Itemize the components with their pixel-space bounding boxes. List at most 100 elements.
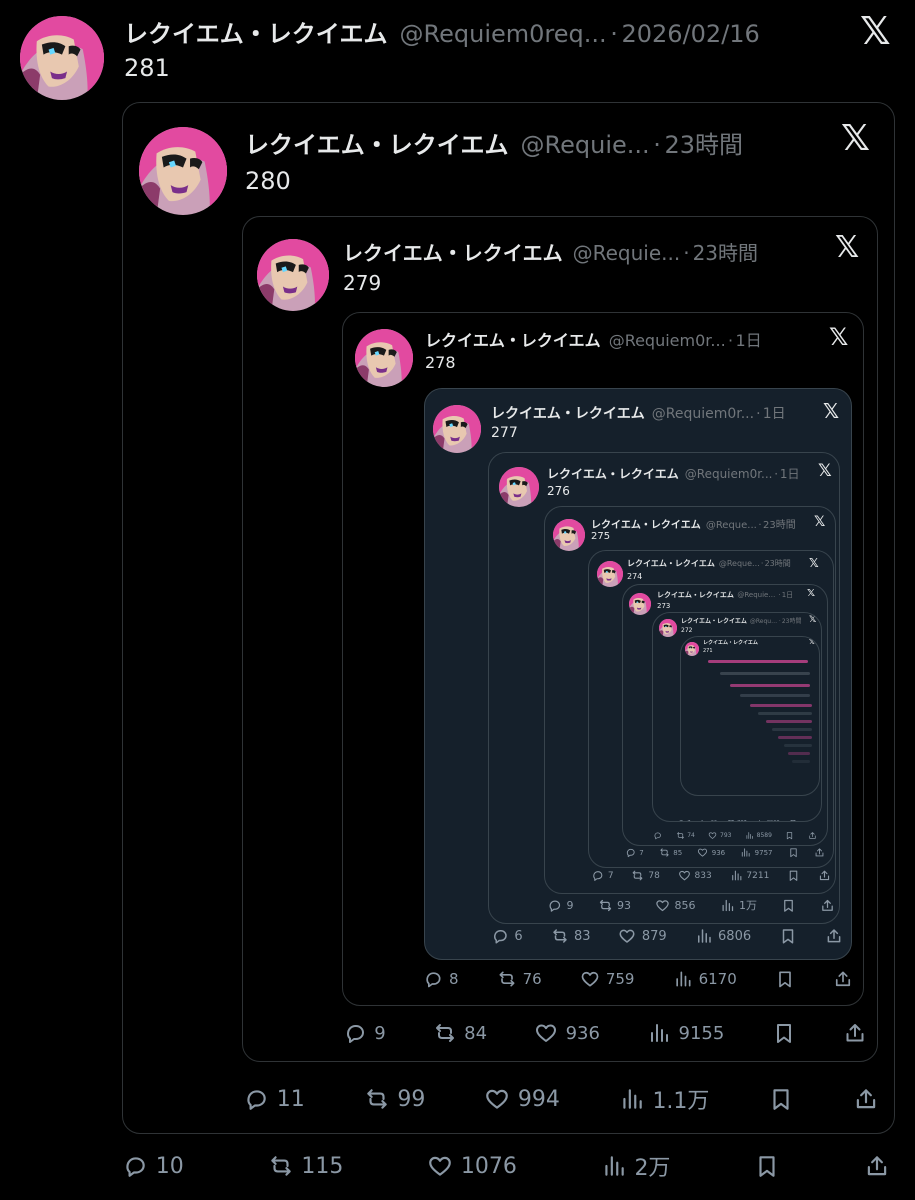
reply-button[interactable]: 7 [591, 869, 614, 882]
views-button[interactable]: 6170 [673, 969, 737, 989]
bookmark-button[interactable] [788, 847, 799, 858]
reply-button[interactable] [653, 831, 662, 840]
display-name[interactable]: レクイエム・レクイエム [681, 616, 747, 625]
views-button[interactable]: 1.1万 [619, 1083, 709, 1115]
avatar[interactable] [597, 561, 623, 587]
share-button[interactable] [843, 1021, 867, 1045]
like-button[interactable]: 856 [655, 898, 696, 913]
share-button[interactable] [820, 898, 835, 913]
like-button[interactable]: 936 [697, 847, 725, 858]
timestamp[interactable]: 1日 [780, 465, 800, 482]
avatar[interactable] [355, 329, 413, 387]
bookmark-button[interactable] [785, 831, 794, 840]
repost-button[interactable]: 85 [659, 847, 682, 858]
avatar[interactable] [629, 593, 651, 615]
reply-button[interactable]: 9 [343, 1021, 386, 1045]
timestamp[interactable]: 23時間 [765, 558, 791, 569]
avatar[interactable] [685, 642, 699, 656]
avatar[interactable] [139, 127, 227, 215]
views-button[interactable]: 1万 [720, 897, 757, 913]
display-name[interactable]: レクイエム・レクイエム [124, 14, 388, 49]
handle[interactable]: @Reque... [706, 520, 757, 531]
handle[interactable]: @Requiem0r... [609, 331, 726, 350]
display-name[interactable]: レクイエム・レクイエム [627, 558, 715, 569]
like-button[interactable]: 936 [534, 1021, 600, 1045]
reply-button[interactable]: 8 [423, 969, 459, 989]
like-button[interactable]: 879 [618, 927, 667, 945]
avatar[interactable] [20, 16, 104, 100]
timestamp[interactable]: 1日 [782, 590, 793, 600]
share-button[interactable] [818, 869, 831, 882]
views-button[interactable]: 7211 [730, 869, 769, 882]
bookmark-button[interactable] [772, 1021, 796, 1045]
timestamp[interactable]: 2026/02/16 [621, 20, 759, 48]
handle[interactable]: @Reque... [719, 559, 760, 568]
repost-button[interactable]: 76 [497, 969, 542, 989]
avatar[interactable] [433, 405, 481, 453]
avatar[interactable] [499, 467, 539, 507]
reply-button[interactable]: 9 [547, 898, 574, 913]
handle[interactable]: @Requie... [521, 131, 650, 159]
bookmark-button[interactable] [781, 898, 796, 913]
bookmark-button[interactable] [775, 969, 795, 989]
handle[interactable]: @Requiem0r... [737, 591, 777, 599]
display-name[interactable]: レクイエム・レクイエム [425, 327, 601, 351]
like-button[interactable]: 759 [580, 969, 634, 989]
bookmark-button[interactable] [789, 819, 797, 821]
display-name[interactable]: レクイエム・レクイエム [547, 465, 679, 482]
repost-button[interactable]: 78 [631, 869, 660, 882]
share-button[interactable] [808, 831, 817, 840]
repost-button[interactable]: 74 [676, 831, 695, 840]
timestamp[interactable]: 23時間 [763, 516, 796, 531]
avatar[interactable] [659, 619, 677, 637]
timestamp[interactable]: 1日 [736, 327, 762, 351]
views-button[interactable]: 9155 [647, 1021, 724, 1045]
display-name[interactable]: レクイエム・レクイエム [245, 125, 509, 160]
share-button[interactable] [825, 927, 843, 945]
timestamp[interactable]: 1日 [763, 403, 786, 423]
handle[interactable]: @Requiem0r... [685, 467, 773, 481]
share-button[interactable] [864, 1153, 890, 1179]
timestamp[interactable]: 23時間 [782, 616, 802, 625]
repost-button[interactable]: 115 [268, 1153, 343, 1179]
avatar[interactable] [553, 519, 585, 551]
share-button[interactable] [853, 1086, 879, 1112]
timestamp[interactable]: 23時間 [665, 125, 744, 160]
share-button[interactable] [833, 969, 853, 989]
reply-button[interactable]: 6 [491, 927, 523, 945]
like-button[interactable]: 793 [708, 831, 731, 840]
views-button[interactable]: 8908 [756, 819, 780, 821]
reply-button[interactable]: 7 [625, 847, 644, 858]
views-button[interactable]: 8589 [745, 831, 772, 840]
reply-button[interactable]: 7 [677, 819, 691, 821]
reply-button[interactable]: 10 [122, 1153, 184, 1179]
like-button[interactable]: 833 [678, 869, 712, 882]
bookmark-button[interactable] [787, 869, 800, 882]
display-name[interactable]: レクイエム・レクイエム [343, 237, 563, 266]
views-button[interactable]: 6806 [695, 927, 751, 945]
like-button[interactable]: 1076 [427, 1153, 517, 1179]
views-button[interactable]: 9757 [740, 847, 772, 858]
repost-button[interactable]: 99 [364, 1086, 425, 1112]
handle[interactable]: @Requiem0r... [652, 406, 754, 422]
handle[interactable]: @Reque... [750, 618, 778, 625]
display-name[interactable]: レクイエム・レクイエム [657, 590, 734, 600]
bookmark-button[interactable] [754, 1153, 780, 1179]
reply-button[interactable]: 11 [243, 1086, 305, 1112]
handle[interactable]: @Requiem0req... [400, 20, 607, 48]
timestamp[interactable]: 23時間 [693, 237, 758, 266]
display-name[interactable]: レクイエム・レクイエム [591, 516, 701, 531]
avatar[interactable] [257, 239, 329, 311]
like-button[interactable]: 994 [484, 1086, 560, 1112]
handle[interactable]: @Requie... [573, 241, 681, 265]
views-button[interactable]: 2万 [601, 1150, 670, 1182]
repost-button[interactable]: 84 [433, 1021, 487, 1045]
display-name[interactable]: レクイエム・レクイエム [491, 403, 645, 423]
repost-button[interactable]: 83 [551, 927, 591, 945]
like-button[interactable]: 787 [727, 819, 747, 821]
bookmark-button[interactable] [779, 927, 797, 945]
bookmark-button[interactable] [768, 1086, 794, 1112]
share-button[interactable] [814, 847, 825, 858]
repost-button[interactable]: 66 [700, 819, 717, 821]
display-name[interactable]: レクイエム・レクイエム [703, 639, 758, 646]
